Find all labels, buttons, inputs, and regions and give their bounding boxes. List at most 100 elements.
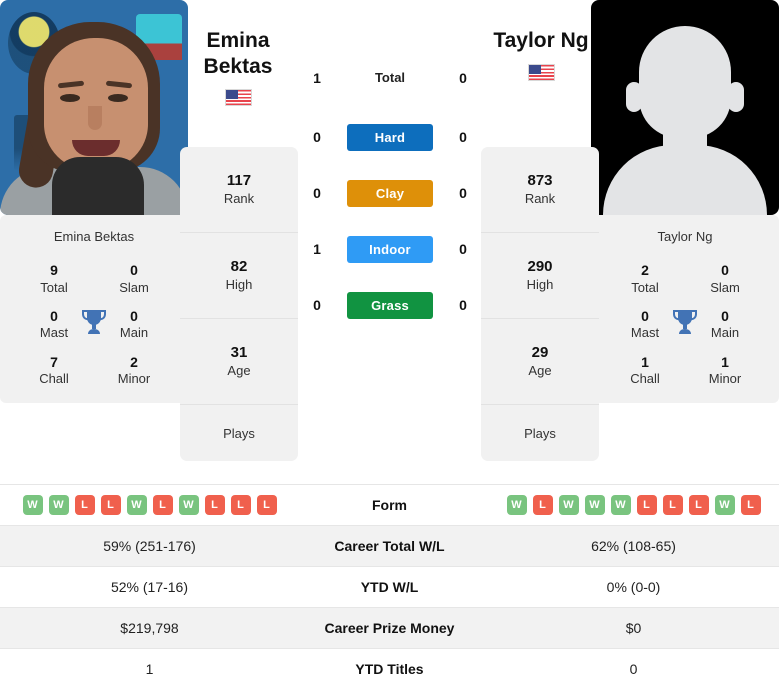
- left-player-titles-card: Emina Bektas 9 Total 0 Slam 0 Mast 0 Mai…: [0, 215, 188, 404]
- row-label-form: Form: [372, 497, 407, 513]
- form-badge-win: W: [48, 495, 69, 515]
- form-badge-loss: L: [152, 495, 173, 515]
- right-age-label: Age: [528, 362, 552, 378]
- form-badge-loss: L: [636, 495, 657, 515]
- portrait-eye-left: [60, 94, 80, 102]
- left-photo-caption: Emina Bektas: [53, 229, 135, 244]
- right-titles-chall-label: Chall: [630, 371, 660, 386]
- form-badge-loss: L: [688, 495, 709, 515]
- trophy-icon: [672, 308, 698, 341]
- form-badge-win: W: [584, 495, 605, 515]
- right-player-rank-column: 873 Rank 290 High 29 Age Plays: [481, 147, 599, 461]
- form-badge-win: W: [126, 495, 147, 515]
- form-badge-loss: L: [662, 495, 683, 515]
- right-age-value: 29: [531, 344, 549, 362]
- right-titles-chall-value: 1: [641, 353, 649, 370]
- left-age-value: 31: [230, 344, 248, 362]
- left-titles-minor-value: 2: [130, 353, 138, 370]
- h2h-hard-left-score: 0: [313, 129, 321, 145]
- right-player-flag-usa-icon: [527, 63, 555, 81]
- left-titles-chall-value: 7: [50, 353, 58, 370]
- h2h-clay-right-score: 0: [459, 185, 467, 201]
- table-row-ytd-wl: 52% (17-16) YTD W/L 0% (0-0): [0, 566, 779, 607]
- left-rank-cell: 117 Rank: [180, 147, 298, 233]
- right-titles-row-3: 1 Chall 1 Minor: [591, 348, 779, 394]
- left-titles-slam-label: Slam: [119, 279, 149, 295]
- portrait-eye-right: [108, 94, 128, 102]
- surface-badge-indoor[interactable]: Indoor: [347, 235, 433, 263]
- table-row-form: WWLLWLWLLL Form WLWWWLLLWL: [0, 484, 779, 525]
- form-badge-win: W: [22, 495, 43, 515]
- right-high-cell: 290 High: [481, 233, 599, 319]
- table-row-career-prize-money: $219,798 Career Prize Money $0: [0, 607, 779, 648]
- table-row-career-total-wl: 59% (251-176) Career Total W/L 62% (108-…: [0, 525, 779, 566]
- h2h-grass-right-score: 0: [459, 297, 467, 313]
- left-rank-label: Rank: [223, 190, 255, 206]
- form-badge-loss: L: [204, 495, 225, 515]
- h2h-total-row: 1 Total 0: [300, 64, 480, 92]
- h2h-total-right-score: 0: [459, 70, 467, 86]
- silhouette-ear-right: [728, 82, 744, 112]
- right-titles-row-1: 2 Total 0 Slam: [591, 256, 779, 302]
- h2h-total-label: Total: [374, 70, 406, 85]
- right-high-label: High: [526, 276, 554, 292]
- left-career-prize-money: $219,798: [120, 620, 179, 636]
- head-to-head-panel: 1 Total 0 0 Hard 0 0 Clay 0 1 Indoor 0 0…: [300, 0, 480, 319]
- right-plays-cell: Plays: [481, 405, 599, 461]
- row-label-ytd-titles: YTD Titles: [355, 661, 424, 677]
- left-titles-chall-label: Chall: [39, 371, 69, 386]
- right-titles-row-2: 0 Mast 0 Main: [591, 302, 779, 348]
- h2h-indoor-row: 1 Indoor 0: [300, 235, 480, 263]
- left-plays-cell: Plays: [180, 405, 298, 461]
- left-titles-total-value: 9: [50, 262, 58, 278]
- left-player-name-line1: Emina: [206, 29, 270, 52]
- right-rank-label: Rank: [524, 190, 556, 206]
- right-photo-caption: Taylor Ng: [657, 229, 713, 244]
- portrait-nose: [88, 106, 102, 130]
- surface-badge-grass[interactable]: Grass: [347, 291, 433, 319]
- form-badge-loss: L: [74, 495, 95, 515]
- h2h-indoor-left-score: 1: [313, 241, 321, 257]
- left-titles-total-label: Total: [40, 279, 68, 295]
- left-ytd-titles: 1: [145, 661, 154, 677]
- left-ytd-wl: 52% (17-16): [110, 579, 189, 595]
- right-player-name[interactable]: Taylor Ng: [461, 28, 621, 81]
- right-age-cell: 29 Age: [481, 319, 599, 405]
- right-titles-minor: 1 Minor: [685, 354, 765, 388]
- left-player-rank-column: 117 Rank 82 High 31 Age Plays: [180, 147, 298, 461]
- row-label-career-prize-money: Career Prize Money: [324, 620, 455, 636]
- left-player-name-line2: Bektas: [203, 54, 273, 78]
- right-career-prize-money: $0: [625, 620, 642, 636]
- surface-badge-clay[interactable]: Clay: [347, 179, 433, 207]
- silhouette-ear-left: [626, 82, 642, 112]
- h2h-hard-right-score: 0: [459, 129, 467, 145]
- right-plays-label: Plays: [524, 425, 556, 441]
- right-titles-slam: 0 Slam: [685, 262, 765, 296]
- left-titles-row-3: 7 Chall 2 Minor: [0, 348, 188, 394]
- left-player-name[interactable]: Emina Bektas: [158, 28, 318, 107]
- surface-badge-hard[interactable]: Hard: [347, 123, 433, 151]
- right-titles-slam-value: 0: [721, 262, 729, 278]
- right-titles-chall: 1 Chall: [605, 354, 685, 388]
- left-titles-chall: 7 Chall: [14, 354, 94, 388]
- right-titles-minor-value: 1: [721, 353, 729, 370]
- left-titles-row-1: 9 Total 0 Slam: [0, 256, 188, 302]
- left-plays-label: Plays: [223, 425, 255, 441]
- form-badge-loss: L: [230, 495, 251, 515]
- right-titles-total-value: 2: [641, 262, 649, 278]
- right-rank-cell: 873 Rank: [481, 147, 599, 233]
- form-badge-win: W: [610, 495, 631, 515]
- h2h-grass-left-score: 0: [313, 297, 321, 313]
- table-row-ytd-titles: 1 YTD Titles 0: [0, 648, 779, 689]
- form-badge-loss: L: [740, 495, 761, 515]
- right-player-titles-card: Taylor Ng 2 Total 0 Slam 0 Mast 0 Main 1…: [591, 215, 779, 404]
- trophy-icon: [81, 308, 107, 341]
- h2h-total-left-score: 1: [313, 70, 321, 86]
- form-badge-win: W: [178, 495, 199, 515]
- left-age-label: Age: [227, 362, 251, 378]
- left-form-badges: WWLLWLWLLL: [8, 495, 291, 515]
- form-badge-win: W: [714, 495, 735, 515]
- row-label-ytd-wl: YTD W/L: [360, 579, 419, 595]
- h2h-clay-row: 0 Clay 0: [300, 179, 480, 207]
- form-badge-loss: L: [532, 495, 553, 515]
